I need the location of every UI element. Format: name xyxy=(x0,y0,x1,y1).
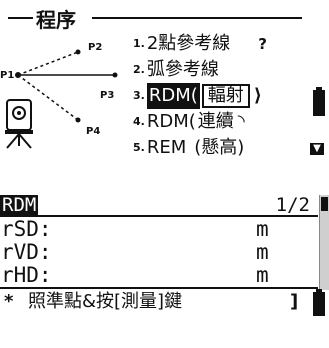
menu-item-suffix: 輻射 xyxy=(201,84,250,108)
point-label-p4: P4 xyxy=(86,126,101,137)
prompt-text: 照準點&按[測量]鍵 xyxy=(28,291,183,312)
rdm-row-rhd: rHD: m xyxy=(0,264,318,287)
battery-icon xyxy=(313,87,325,116)
rvd-unit: m xyxy=(256,240,269,264)
rdm-title: RDM xyxy=(0,194,39,216)
menu-item-mark: ⟩ xyxy=(253,85,262,106)
point-label-p2: P2 xyxy=(88,42,103,53)
point-p4 xyxy=(75,117,81,123)
battery-icon xyxy=(313,289,325,316)
menu-item-rdm-continuous[interactable]: 4. RDM(連續 ◝ xyxy=(133,109,245,135)
prompt-bracket: ] xyxy=(290,291,299,312)
menu-item-number: 1. xyxy=(133,37,145,50)
menu-item-rdm-radial[interactable]: 3. RDM(輻射 ⟩ xyxy=(133,83,262,109)
menu-item-number: 5. xyxy=(133,141,145,154)
scroll-down-icon[interactable]: ▼ xyxy=(310,143,324,155)
menu-item-arc-reference-line[interactable]: 2. 弧參考線 xyxy=(133,57,219,83)
menu-item-label: REM xyxy=(146,137,187,158)
rvd-label: rVD: xyxy=(1,240,52,264)
menu-item-rem[interactable]: 5. REM (懸高) xyxy=(133,135,244,161)
rhd-label: rHD: xyxy=(1,263,52,287)
menu-item-mark: ? xyxy=(258,35,267,53)
menu-item-label: 弧參考線 xyxy=(146,59,219,80)
menu-item-label: 2點參考線 xyxy=(146,33,231,54)
title-rule-left xyxy=(8,17,36,19)
rdm-row-rvd: rVD: m xyxy=(0,241,318,264)
menu-item-2pt-reference-line[interactable]: 1. 2點參考線? xyxy=(133,31,267,57)
point-p2 xyxy=(75,49,81,55)
prompt-star-icon: * xyxy=(4,291,14,312)
menu-item-number: 4. xyxy=(133,115,145,128)
point-label-p1: P1 xyxy=(0,70,15,81)
rsd-label: rSD: xyxy=(1,217,52,241)
status-prompt: * 照準點&按[測量]鍵 ] xyxy=(0,287,318,315)
point-p3 xyxy=(112,72,118,78)
menu-item-suffix: 連續 xyxy=(197,111,234,132)
title-rule-right xyxy=(92,17,302,19)
menu-item-suffix: (懸高) xyxy=(194,137,245,158)
rdm-measure-screen: RDM 1/2 rSD: m rVD: m rHD: m * 照準點&按[測量]… xyxy=(0,176,329,348)
menu-item-label: RDM( xyxy=(146,111,196,132)
program-menu-screen: 程序 P1 P2 P3 P4 1. 2點參考線? 2. 弧參考線 3. RDM(… xyxy=(0,0,329,168)
rsd-unit: m xyxy=(256,217,269,241)
menu-item-number: 2. xyxy=(133,63,145,76)
menu-item-number: 3. xyxy=(133,89,145,102)
scrollbar[interactable] xyxy=(319,195,329,290)
point-p1 xyxy=(15,72,21,78)
scrollbar-thumb[interactable] xyxy=(321,197,328,211)
rdm-row-rsd: rSD: m xyxy=(0,218,318,241)
rdm-header: RDM 1/2 xyxy=(0,195,318,217)
total-station-icon xyxy=(5,99,33,149)
rhd-unit: m xyxy=(256,263,269,287)
reference-diagram: P1 P2 P3 P4 xyxy=(0,30,130,168)
point-label-p3: P3 xyxy=(100,90,115,101)
page-indicator: 1/2 xyxy=(275,194,310,216)
menu-item-mark: ◝ xyxy=(237,111,245,132)
program-menu-title: 程序 xyxy=(33,4,79,33)
menu-item-label: RDM( xyxy=(146,83,200,109)
